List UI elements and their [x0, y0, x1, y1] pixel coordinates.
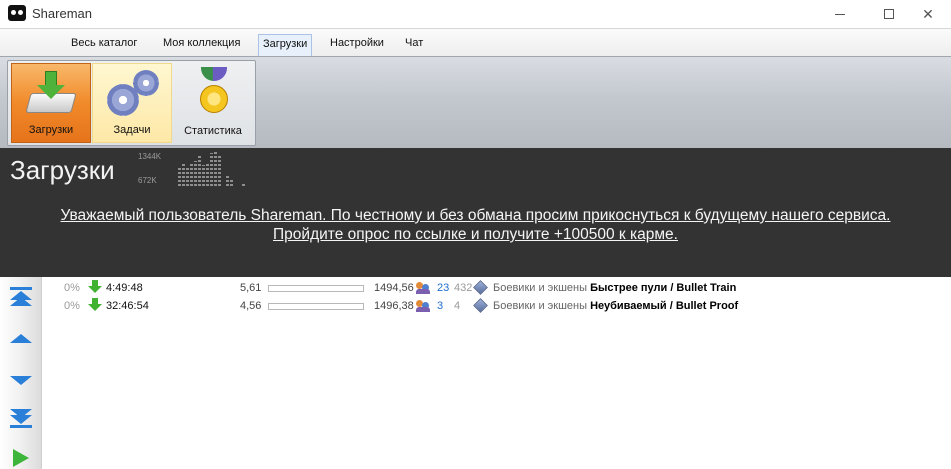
speed-graph-bar — [206, 162, 209, 186]
download-peers: 432 — [454, 282, 473, 294]
download-peers: 4 — [454, 300, 461, 312]
download-title: Неубиваемый / Bullet Proof — [590, 300, 739, 312]
scroll-down-button[interactable] — [8, 369, 34, 391]
ribbon-downloads-button[interactable]: Загрузки — [11, 63, 91, 143]
users-icon — [416, 299, 430, 312]
page-title: Загрузки — [10, 155, 115, 185]
download-icon — [25, 69, 78, 117]
download-size: 1496,38 — [374, 300, 414, 312]
download-row[interactable]: 0% 4:49:48 5,61 1494,56 23 432 Боевики и… — [42, 279, 951, 297]
ribbon: Загрузки Задачи Статистика — [0, 56, 951, 148]
tab-downloads[interactable]: Загрузки — [258, 34, 313, 56]
row-navigation-column — [0, 277, 42, 469]
speed-graph-bar — [178, 167, 181, 186]
speed-graph — [170, 150, 245, 186]
scroll-down-icon — [10, 375, 32, 385]
download-progress-bar — [268, 303, 364, 310]
speed-graph-bar — [190, 164, 193, 186]
speed-graph-bar — [194, 161, 197, 186]
tab-settings[interactable]: Настройки — [330, 37, 384, 49]
download-percent: 0% — [64, 282, 80, 294]
close-icon: ✕ — [922, 5, 934, 22]
download-seeds: 3 — [437, 300, 444, 312]
speed-graph-bar — [214, 151, 217, 186]
download-title: Быстрее пули / Bullet Train — [590, 282, 737, 294]
download-category: Боевики и экшены — [493, 300, 588, 312]
tab-chat[interactable]: Чат — [405, 37, 423, 49]
download-percent: 0% — [64, 300, 80, 312]
download-row[interactable]: 0% 32:46:54 4,56 1496,38 3 4 Боевики и э… — [42, 297, 951, 315]
speed-graph-bar — [210, 153, 213, 186]
scroll-bottom-button[interactable] — [8, 407, 34, 429]
section-header: Загрузки 1344K 672K Уважаемый пользовате… — [0, 148, 951, 277]
download-seeds: 23 — [437, 282, 450, 294]
scroll-up-button[interactable] — [8, 327, 34, 349]
speed-graph-bar — [226, 174, 229, 186]
title-bar: Shareman ✕ — [0, 0, 951, 28]
download-category-title: Боевики и экшены Быстрее пули / Bullet T… — [493, 282, 736, 294]
tab-catalog[interactable]: Весь каталог — [71, 37, 137, 49]
tab-collection[interactable]: Моя коллекция — [163, 37, 240, 49]
download-progress-bar — [268, 285, 364, 292]
close-button[interactable]: ✕ — [905, 0, 951, 28]
ribbon-tasks-button[interactable]: Задачи — [92, 63, 172, 143]
speed-mid-label: 672K — [138, 176, 157, 185]
speed-graph-bar — [242, 184, 245, 186]
ribbon-downloads-label: Загрузки — [28, 124, 74, 136]
ribbon-group-downloads: Загрузки Задачи Статистика — [7, 60, 256, 146]
ribbon-stats-label: Статистика — [184, 125, 242, 137]
menu-bar: Весь каталог Моя коллекция Загрузки Наст… — [0, 28, 951, 56]
download-time-left: 4:49:48 — [106, 282, 143, 294]
category-icon — [473, 298, 488, 313]
speed-max-label: 1344K — [138, 152, 162, 161]
ribbon-tasks-label: Задачи — [113, 124, 151, 136]
speed-graph-bar — [182, 164, 185, 186]
speed-graph-bar — [198, 156, 201, 186]
survey-banner-link[interactable]: Уважаемый пользователь Shareman. По чест… — [0, 206, 951, 244]
medal-icon — [197, 67, 231, 117]
gears-icon — [107, 70, 161, 118]
download-size: 1494,56 — [374, 282, 414, 294]
maximize-icon — [884, 9, 894, 19]
download-category-title: Боевики и экшены Неубиваемый / Bullet Pr… — [493, 300, 738, 312]
app-logo-icon — [8, 5, 26, 21]
category-icon — [473, 280, 488, 295]
scroll-up-icon — [10, 333, 32, 343]
scroll-top-button[interactable] — [8, 285, 34, 307]
download-arrow-icon — [88, 298, 102, 312]
minimize-icon — [835, 13, 845, 15]
download-time-left: 32:46:54 — [106, 300, 149, 312]
download-speed: 5,61 — [240, 282, 262, 294]
users-icon — [416, 281, 430, 294]
speed-graph-bar — [186, 166, 189, 186]
start-icon — [13, 449, 29, 467]
banner-line-1: Уважаемый пользователь Shareman. По чест… — [60, 207, 891, 224]
ribbon-stats-button[interactable]: Статистика — [173, 63, 253, 143]
download-arrow-icon — [88, 280, 102, 294]
banner-line-2: Пройдите опрос по ссылке и получите +100… — [273, 226, 678, 243]
window-title: Shareman — [32, 6, 92, 21]
scroll-bottom-icon — [10, 408, 32, 428]
speed-graph-bar — [202, 165, 205, 186]
scroll-top-icon — [10, 286, 32, 306]
download-category: Боевики и экшены — [493, 282, 588, 294]
minimize-button[interactable] — [817, 0, 863, 28]
speed-graph-bar — [230, 178, 233, 186]
speed-graph-bar — [218, 154, 221, 186]
start-button[interactable] — [8, 447, 34, 469]
download-speed: 4,56 — [240, 300, 262, 312]
